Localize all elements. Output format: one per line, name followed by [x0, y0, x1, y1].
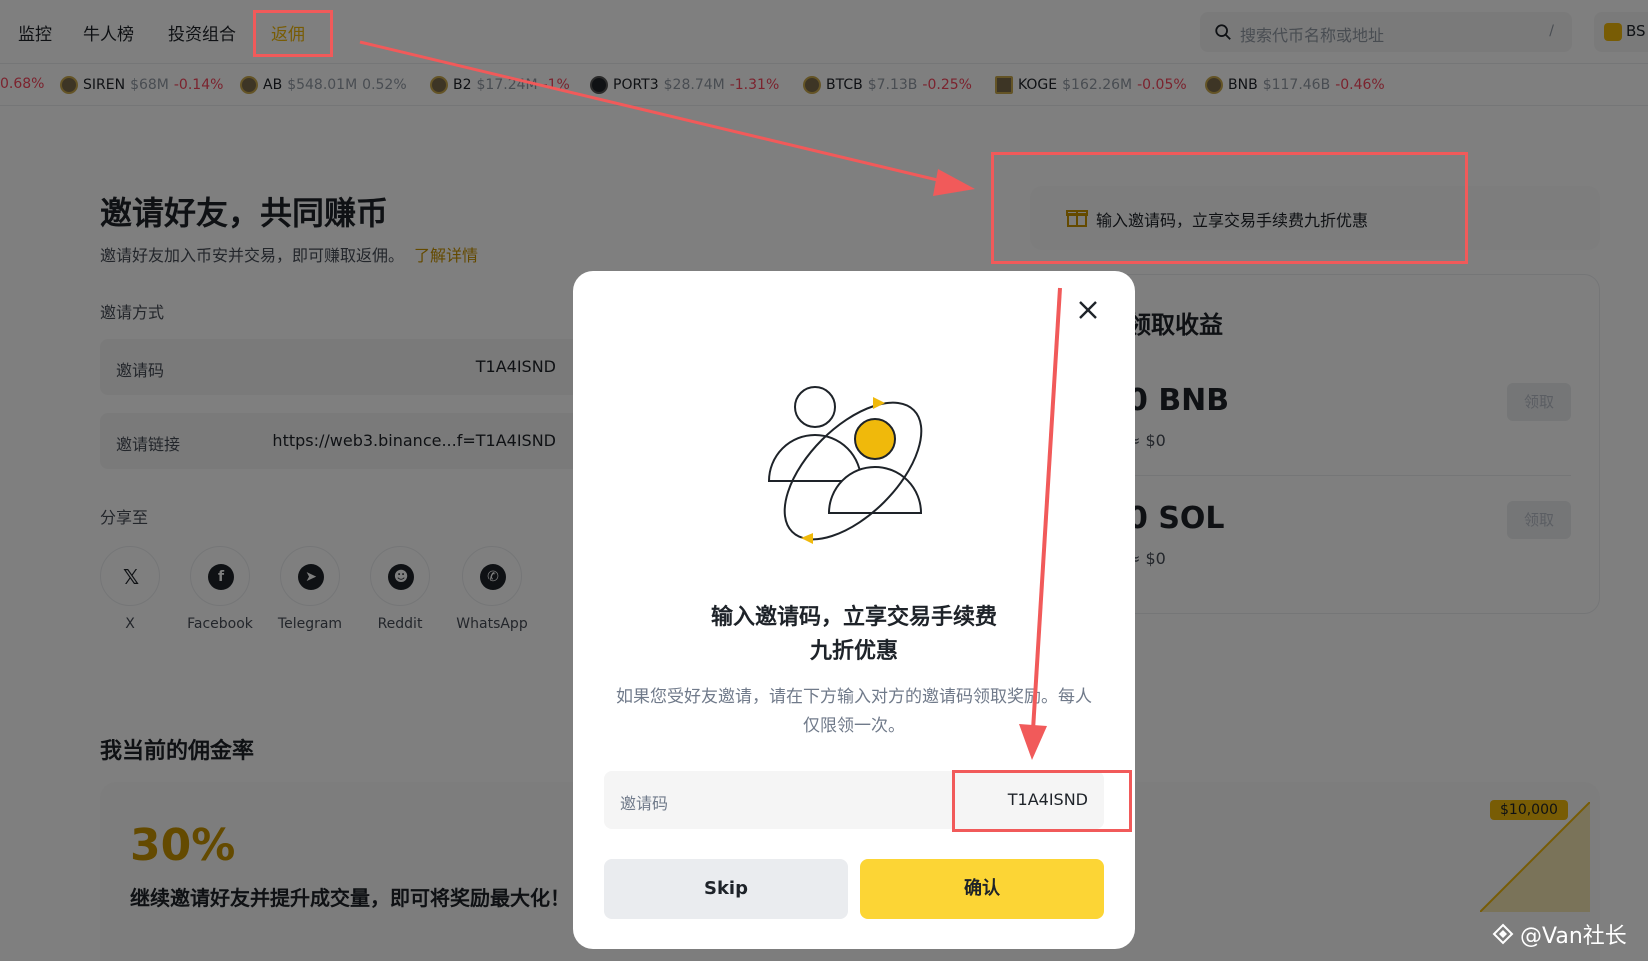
- invite-code-modal: 输入邀请码，立享交易手续费 九折优惠 如果您受好友邀请，请在下方输入对方的邀请码…: [573, 271, 1135, 949]
- diamond-logo-icon: [1492, 923, 1514, 945]
- modal-description: 如果您受好友邀请，请在下方输入对方的邀请码领取奖励。每人仅限领一次。: [616, 687, 1092, 736]
- annotation-box-code-input: [952, 770, 1132, 832]
- confirm-button[interactable]: 确认: [860, 859, 1104, 919]
- annotation-box-promo: [991, 152, 1468, 264]
- annotation-box-referral-tab: [253, 10, 333, 57]
- invite-friends-illustration: [767, 386, 923, 544]
- modal-title-line1: 输入邀请码，立享交易手续费: [710, 605, 997, 630]
- invite-code-input-label: 邀请码: [620, 794, 669, 813]
- close-icon[interactable]: [1073, 295, 1103, 325]
- modal-title-line2: 九折优惠: [809, 639, 898, 664]
- watermark: @Van社长: [1492, 918, 1627, 950]
- watermark-text: @Van社长: [1520, 924, 1627, 949]
- modal-title: 输入邀请码，立享交易手续费 九折优惠: [573, 601, 1135, 669]
- skip-button[interactable]: Skip: [604, 859, 848, 919]
